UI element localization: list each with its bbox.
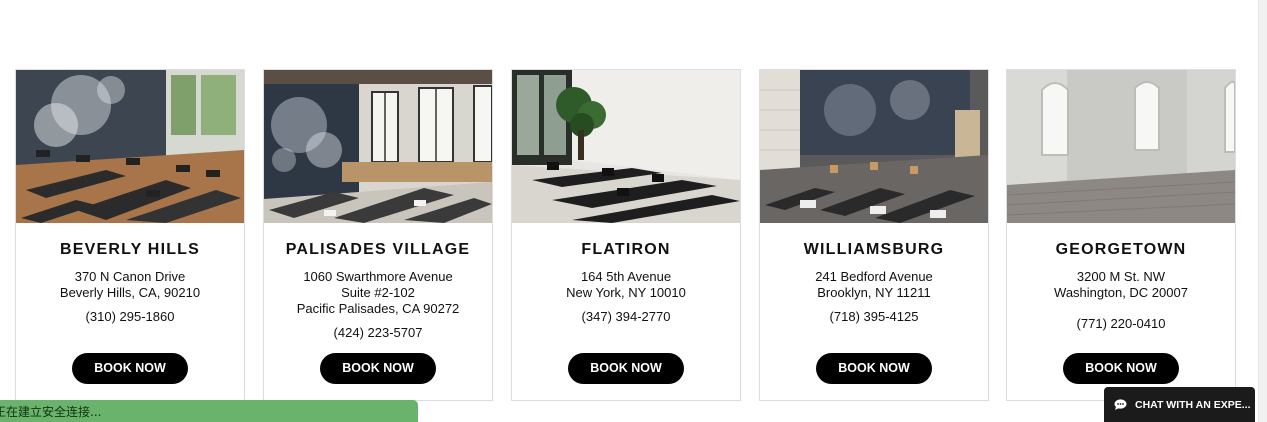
location-address: 1060 Swarthmore Avenue Suite #2-102 Paci… — [264, 269, 492, 341]
chat-with-expert-button[interactable]: CHAT WITH AN EXPE... — [1104, 387, 1255, 422]
book-now-button[interactable]: BOOK NOW — [568, 353, 684, 384]
studio-photo-williamsburg — [760, 70, 988, 223]
location-address: 3200 M St. NW Washington, DC 20007 (771)… — [1007, 269, 1235, 332]
locations-page: BEVERLY HILLS 370 N Canon Drive Beverly … — [0, 0, 1267, 422]
address-line: Brooklyn, NY 11211 — [817, 285, 931, 300]
location-card-beverly-hills: BEVERLY HILLS 370 N Canon Drive Beverly … — [15, 69, 245, 401]
location-address: 370 N Canon Drive Beverly Hills, CA, 902… — [16, 269, 244, 325]
browser-status-bar: 正在建立安全连接... — [0, 400, 418, 422]
book-now-button[interactable]: BOOK NOW — [1063, 353, 1179, 384]
chat-label: CHAT WITH AN EXPE... — [1135, 398, 1251, 411]
location-address: 164 5th Avenue New York, NY 10010 (347) … — [512, 269, 740, 325]
address-line: 241 Bedford Avenue — [815, 269, 933, 284]
studio-photo-flatiron — [512, 70, 740, 223]
phone-number[interactable]: (347) 394-2770 — [512, 309, 740, 325]
phone-number[interactable]: (771) 220-0410 — [1007, 316, 1235, 332]
address-line: 3200 M St. NW — [1076, 269, 1166, 284]
phone-number[interactable]: (718) 395-4125 — [760, 309, 988, 325]
location-card-palisades-village: PALISADES VILLAGE 1060 Swarthmore Avenue… — [263, 69, 493, 401]
address-line: 164 5th Avenue — [580, 269, 672, 284]
location-card-georgetown: GEORGETOWN 3200 M St. NW Washington, DC … — [1006, 69, 1236, 401]
location-card-williamsburg: WILLIAMSBURG 241 Bedford Avenue Brooklyn… — [759, 69, 989, 401]
address-line: Pacific Palisades, CA 90272 — [296, 301, 460, 316]
location-name: GEORGETOWN — [1055, 241, 1187, 258]
location-name: WILLIAMSBURG — [803, 241, 945, 258]
address-line: Suite #2-102 — [341, 285, 415, 300]
address-line: Washington, DC 20007 — [1054, 285, 1188, 300]
studio-photo-palisades-village — [264, 70, 492, 223]
page-scrollbar[interactable] — [1258, 0, 1267, 422]
studio-photo-georgetown — [1007, 70, 1235, 223]
studio-photo-beverly-hills — [16, 70, 244, 223]
phone-number[interactable]: (310) 295-1860 — [16, 309, 244, 325]
address-line: 1060 Swarthmore Avenue — [303, 269, 453, 284]
location-card-flatiron: FLATIRON 164 5th Avenue New York, NY 100… — [511, 69, 741, 401]
location-name: PALISADES VILLAGE — [285, 241, 471, 258]
book-now-button[interactable]: BOOK NOW — [816, 353, 932, 384]
address-line: New York, NY 10010 — [566, 285, 686, 300]
location-name: BEVERLY HILLS — [59, 241, 201, 258]
location-address: 241 Bedford Avenue Brooklyn, NY 11211 (7… — [760, 269, 988, 325]
location-name: FLATIRON — [581, 241, 671, 258]
address-line: 370 N Canon Drive — [74, 269, 186, 284]
book-now-button[interactable]: BOOK NOW — [320, 353, 436, 384]
phone-number[interactable]: (424) 223-5707 — [264, 325, 492, 341]
chat-bubble-icon — [1114, 399, 1127, 410]
address-line: Beverly Hills, CA, 90210 — [59, 285, 201, 300]
book-now-button[interactable]: BOOK NOW — [72, 353, 188, 384]
